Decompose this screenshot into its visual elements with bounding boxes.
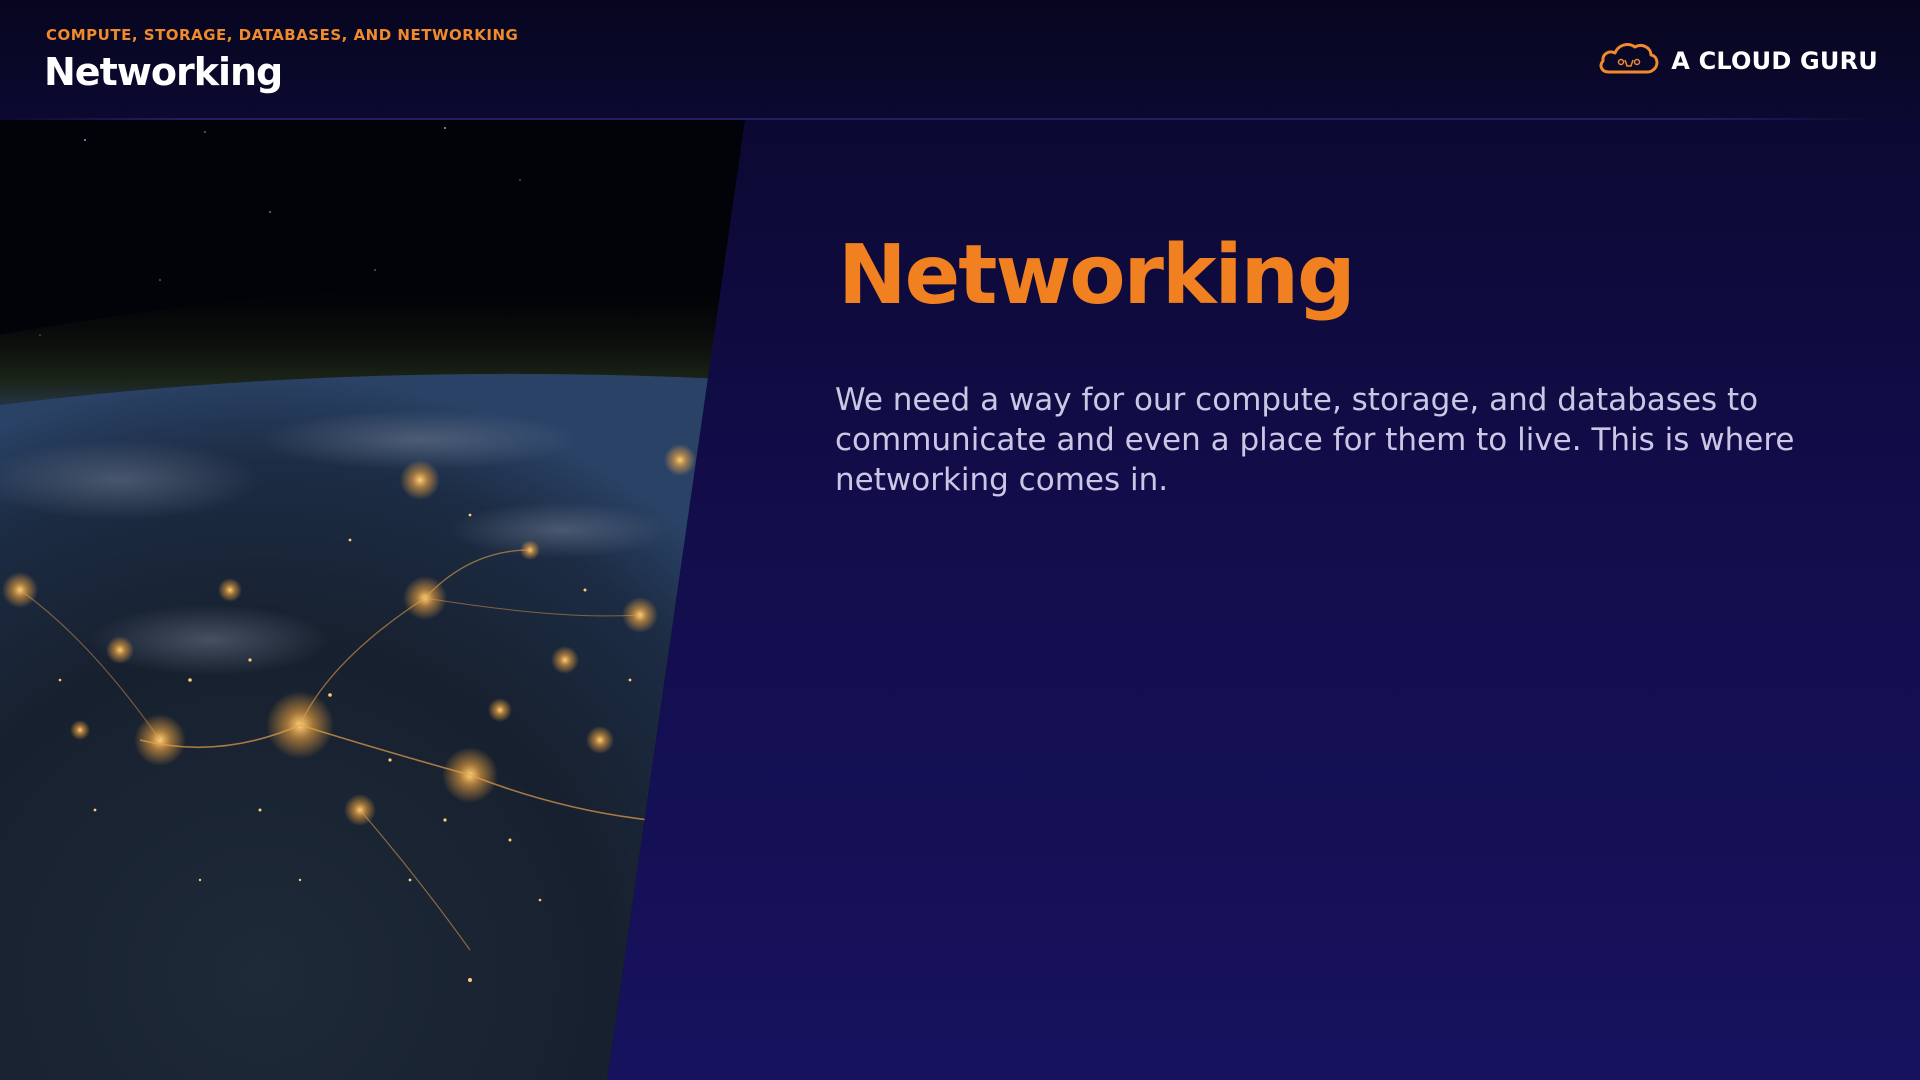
slide: COMPUTE, STORAGE, DATABASES, AND NETWORK…: [0, 0, 1920, 1080]
section-eyebrow: COMPUTE, STORAGE, DATABASES, AND NETWORK…: [46, 26, 519, 44]
cloud-logo-icon: [1597, 38, 1661, 83]
header-divider: [0, 118, 1880, 120]
page-title: Networking: [44, 50, 283, 94]
brand-name: A CLOUD GURU: [1671, 46, 1878, 75]
brand-logo: A CLOUD GURU: [1597, 38, 1878, 83]
header-bar: COMPUTE, STORAGE, DATABASES, AND NETWORK…: [0, 0, 1920, 120]
content-body: We need a way for our compute, storage, …: [835, 382, 1795, 498]
earth-at-night-photo: [0, 120, 745, 1080]
content-heading: Networking: [838, 228, 1356, 323]
